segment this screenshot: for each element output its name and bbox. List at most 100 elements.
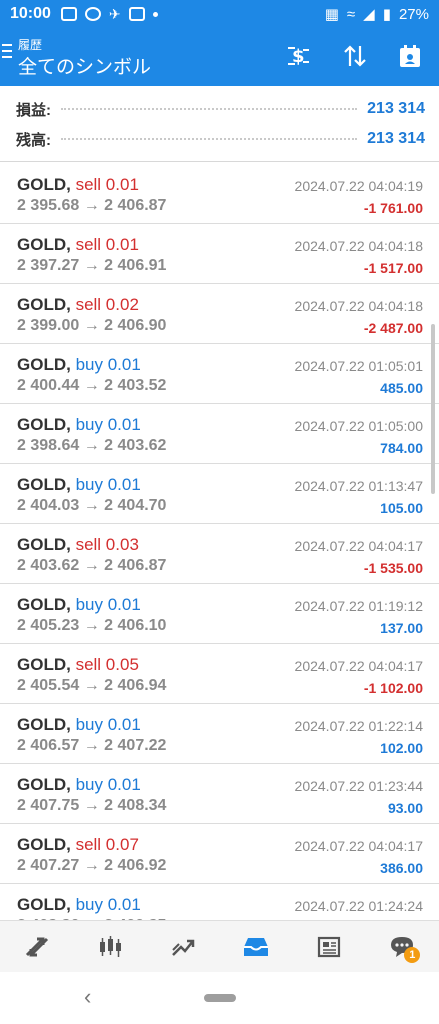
- deal-action: buy 0.01: [75, 895, 141, 914]
- scrollbar[interactable]: [431, 324, 435, 494]
- deal-row[interactable]: GOLD, buy 0.01 2 406.57 → 2 407.22 2024.07…: [0, 704, 439, 764]
- deal-row[interactable]: GOLD, sell 0.07 2 407.27 → 2 406.92 2024.0…: [0, 824, 439, 884]
- telegram-icon: ✈: [108, 5, 121, 22]
- deal-symbol: GOLD, sell 0.01: [17, 175, 139, 195]
- deal-action: buy 0.01: [75, 415, 141, 434]
- symbol-name: GOLD,: [17, 595, 71, 614]
- deal-symbol: GOLD, buy 0.01: [17, 595, 141, 615]
- deal-time: 2024.07.22 01:13:47: [294, 478, 423, 494]
- nav-chat[interactable]: 1: [382, 927, 422, 967]
- deal-prices: 2 399.00 → 2 406.90: [17, 317, 167, 334]
- nav-quotes[interactable]: [17, 927, 57, 967]
- deal-row[interactable]: GOLD, sell 0.01 2 395.68 → 2 406.87 2024.0…: [0, 164, 439, 224]
- deal-prices: 2 398.64 → 2 403.62: [17, 437, 167, 454]
- deal-symbol: GOLD, buy 0.01: [17, 355, 141, 375]
- sort-icon[interactable]: [339, 40, 371, 72]
- vibrate-icon: ▦: [324, 6, 339, 23]
- calendar-icon[interactable]: [394, 40, 426, 72]
- symbol-name: GOLD,: [17, 715, 71, 734]
- deal-action: buy 0.01: [75, 595, 141, 614]
- deal-time: 2024.07.22 04:04:18: [294, 238, 423, 254]
- account-summary: 損益: 213 314 残高: 213 314: [0, 86, 439, 162]
- deal-profit: 485.00: [380, 380, 423, 396]
- signal-icon: ◢: [363, 6, 375, 23]
- deal-profit: 784.00: [380, 440, 423, 456]
- deal-action: buy 0.01: [75, 715, 141, 734]
- deal-row[interactable]: GOLD, buy 0.01 2 405.23 → 2 406.10 2024.07…: [0, 584, 439, 644]
- symbol-name: GOLD,: [17, 475, 71, 494]
- deal-prices: 2 405.23 → 2 406.10: [17, 617, 167, 634]
- nav-history[interactable]: [236, 927, 276, 967]
- deal-row[interactable]: GOLD, sell 0.02 2 399.00 → 2 406.90 2024.0…: [0, 284, 439, 344]
- bottom-nav: 1: [0, 920, 439, 972]
- battery-percent: 27%: [398, 5, 429, 23]
- deal-profit: 386.00: [380, 860, 423, 876]
- deal-symbol: GOLD, buy 0.01: [17, 475, 141, 495]
- symbol-name: GOLD,: [17, 895, 71, 914]
- deal-time: 2024.07.22 04:04:17: [294, 658, 423, 674]
- deal-time: 2024.07.22 04:04:18: [294, 298, 423, 314]
- symbol-name: GOLD,: [17, 655, 71, 674]
- chat-badge: 1: [404, 946, 421, 963]
- profit-label: 損益:: [16, 101, 51, 119]
- chart-icon: [99, 935, 121, 957]
- deal-row[interactable]: GOLD, sell 0.03 2 403.62 → 2 406.87 2024.0…: [0, 524, 439, 584]
- menu-icon[interactable]: [2, 44, 12, 62]
- deal-row[interactable]: GOLD, buy 0.01 2 398.64 → 2 403.62 2024.07…: [0, 404, 439, 464]
- symbol-name: GOLD,: [17, 175, 71, 194]
- deal-row[interactable]: GOLD, buy 0.01 2 404.03 → 2 404.70 2024.07…: [0, 464, 439, 524]
- battery-icon: ▮: [382, 6, 391, 23]
- deal-time: 2024.07.22 04:04:17: [294, 838, 423, 854]
- page-title[interactable]: 全てのシンボル: [18, 52, 151, 79]
- symbol-name: GOLD,: [17, 295, 71, 314]
- shield-notification-icon: [128, 7, 145, 21]
- balance-value: 213 314: [367, 130, 425, 147]
- profit-row: 損益: 213 314: [16, 97, 425, 121]
- deal-row[interactable]: GOLD, buy 0.01 2 407.75 → 2 408.34 2024.07…: [0, 764, 439, 824]
- news-icon: [318, 936, 341, 957]
- nav-trade[interactable]: [163, 927, 203, 967]
- deal-profit: -1 535.00: [363, 560, 423, 576]
- symbol-name: GOLD,: [17, 235, 71, 254]
- deal-prices: 2 403.62 → 2 406.87: [17, 557, 167, 574]
- deal-prices: 2 405.54 → 2 406.94: [17, 677, 167, 694]
- balance-row: 残高: 213 314: [16, 127, 425, 151]
- dotted-leader: [61, 138, 358, 140]
- deal-symbol: GOLD, buy 0.01: [17, 775, 141, 795]
- deal-time: 2024.07.22 01:23:44: [294, 778, 423, 794]
- deal-row[interactable]: GOLD, sell 0.01 2 397.27 → 2 406.91 2024.0…: [0, 224, 439, 284]
- deal-profit: -1 517.00: [363, 260, 423, 276]
- deal-action: sell 0.03: [75, 535, 139, 554]
- deal-row[interactable]: GOLD, buy 0.012 408.86 → 2 409.852024.07…: [0, 884, 439, 920]
- deal-prices: 2 406.57 → 2 407.22: [17, 737, 167, 754]
- deal-symbol: GOLD, sell 0.03: [17, 535, 139, 555]
- notification-icons: ✈: [60, 5, 158, 23]
- trade-icon: [172, 939, 195, 956]
- symbol-name: GOLD,: [17, 415, 71, 434]
- home-pill[interactable]: [204, 994, 236, 1002]
- symbol-name: GOLD,: [17, 355, 71, 374]
- deal-profit: 93.00: [387, 800, 423, 816]
- system-nav: ‹: [0, 972, 439, 1024]
- deal-row[interactable]: GOLD, sell 0.05 2 405.54 → 2 406.94 2024.0…: [0, 644, 439, 704]
- deals-list[interactable]: GOLD, buy 0.012 408.86 → 2 409.852024.07…: [0, 164, 439, 920]
- deal-time: 2024.07.22 01:19:12: [294, 598, 423, 614]
- nav-news[interactable]: [309, 927, 349, 967]
- deal-row[interactable]: GOLD, buy 0.01 2 400.44 → 2 403.52 2024.07…: [0, 344, 439, 404]
- back-icon[interactable]: ‹: [84, 984, 91, 1010]
- deal-prices: 2 395.68 → 2 406.87: [17, 197, 167, 214]
- dotted-leader: [61, 108, 358, 110]
- image-notification-icon: [60, 7, 77, 21]
- deal-time: 2024.07.22 01:05:01: [294, 358, 423, 374]
- history-icon: [244, 937, 269, 956]
- symbol-name: GOLD,: [17, 775, 71, 794]
- deal-symbol: GOLD, buy 0.01: [17, 895, 141, 915]
- deal-profit: 137.00: [380, 620, 423, 636]
- nav-chart[interactable]: [90, 927, 130, 967]
- deal-symbol: GOLD, buy 0.01: [17, 715, 141, 735]
- deal-action: buy 0.01: [75, 355, 141, 374]
- deal-time: 2024.07.22 04:04:19: [294, 178, 423, 194]
- deal-time: 2024.07.22 01:22:14: [294, 718, 423, 734]
- currency-sort-icon[interactable]: $: [283, 40, 315, 72]
- deal-time: 2024.07.22 01:05:00: [294, 418, 423, 434]
